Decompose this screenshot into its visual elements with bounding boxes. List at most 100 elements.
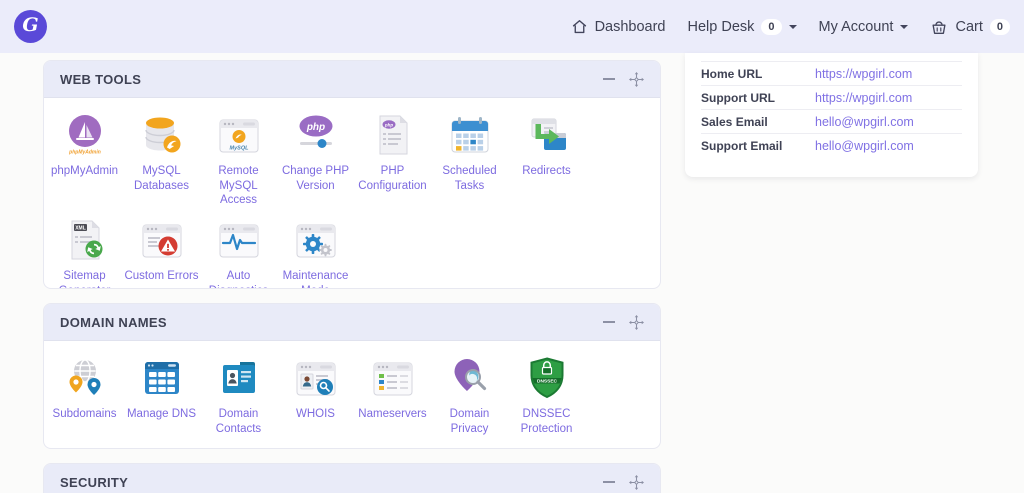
panel-web-tools: WEB TOOLS phpMyAdmin phpMyAdmin MySQL Data… bbox=[43, 60, 661, 289]
nav-my-account-label: My Account bbox=[818, 18, 894, 35]
nav-dashboard-label: Dashboard bbox=[594, 18, 666, 35]
tool-label: Custom Errors bbox=[124, 270, 199, 283]
tool-label: DNSSEC Protection bbox=[520, 408, 573, 435]
tool-item-auto-diagnostics[interactable]: Auto Diagnostics bbox=[200, 216, 277, 288]
tool-label: Auto Diagnostics bbox=[209, 270, 268, 288]
panel-title: DOMAIN NAMES bbox=[60, 314, 167, 330]
info-row-support-url: Support URL https://wpgirl.com bbox=[701, 85, 962, 109]
nav-my-account[interactable]: My Account bbox=[819, 19, 909, 35]
panel-title: WEB TOOLS bbox=[60, 71, 142, 87]
panel-title: SECURITY bbox=[60, 474, 129, 490]
tool-item-php-configuration[interactable]: php PHP Configuration bbox=[354, 111, 431, 208]
top-header: G Dashboard Help Desk 0 My Account Cart … bbox=[0, 0, 1024, 53]
change-php-version-icon: php bbox=[292, 111, 340, 159]
redirects-icon bbox=[523, 111, 571, 159]
panel-domain-names-header: DOMAIN NAMES bbox=[44, 304, 660, 341]
sitemap-generator-icon: XML bbox=[61, 216, 109, 264]
move-handle-icon[interactable] bbox=[629, 71, 644, 87]
chevron-down-icon bbox=[900, 25, 909, 29]
nav-cart-label: Cart bbox=[955, 18, 983, 35]
whois-icon bbox=[292, 354, 340, 402]
home-url-link[interactable]: https://wpgirl.com bbox=[815, 67, 912, 81]
tool-item-domain-privacy[interactable]: Domain Privacy bbox=[431, 354, 508, 436]
tool-label: PHP Configuration bbox=[358, 165, 427, 192]
tool-label: Manage DNS bbox=[126, 408, 197, 420]
domain-names-grid: Subdomains Manage DNS Domain Contacts WHOIS… bbox=[44, 341, 660, 448]
panel-web-tools-header: WEB TOOLS bbox=[44, 61, 660, 98]
support-url-link[interactable]: https://wpgirl.com bbox=[815, 91, 912, 105]
tool-label: phpMyAdmin bbox=[50, 165, 119, 177]
scheduled-tasks-icon bbox=[446, 111, 494, 159]
nav-cart[interactable]: Cart 0 bbox=[930, 18, 1010, 36]
remote-mysql-access-icon: MySQL bbox=[215, 111, 263, 159]
svg-text:php: php bbox=[305, 122, 324, 133]
tool-item-whois[interactable]: WHOIS bbox=[277, 354, 354, 436]
panel-security-header: SECURITY bbox=[44, 464, 660, 493]
panel-domain-names: DOMAIN NAMES Subdomains Manage DNS Domain … bbox=[43, 303, 661, 449]
tool-item-dnssec-protection[interactable]: DNSSEC DNSSEC Protection bbox=[508, 354, 585, 436]
svg-text:DNSSEC: DNSSEC bbox=[537, 378, 558, 384]
mysql-databases-icon bbox=[138, 111, 186, 159]
tool-label: Change PHP Version bbox=[281, 165, 350, 192]
top-nav: Dashboard Help Desk 0 My Account Cart 0 bbox=[571, 18, 1024, 36]
app-logo[interactable]: G bbox=[14, 10, 47, 43]
tool-label: Subdomains bbox=[52, 408, 117, 420]
support-email-link[interactable]: hello@wpgirl.com bbox=[815, 139, 914, 153]
domain-privacy-icon bbox=[446, 354, 494, 402]
tool-label: Nameservers bbox=[358, 408, 427, 420]
nav-dashboard[interactable]: Dashboard bbox=[571, 18, 666, 35]
tool-item-redirects[interactable]: Redirects bbox=[508, 111, 585, 208]
logo-letter: G bbox=[22, 14, 39, 36]
tool-item-sitemap-generator[interactable]: XML Sitemap Generator bbox=[46, 216, 123, 288]
transfer-away-icon bbox=[61, 444, 109, 448]
svg-text:XML: XML bbox=[75, 226, 86, 232]
tool-item-subdomains[interactable]: Subdomains bbox=[46, 354, 123, 436]
collapse-icon[interactable] bbox=[603, 481, 615, 483]
tool-label: Remote MySQL Access bbox=[218, 165, 259, 207]
tool-item-mysql-databases[interactable]: MySQL Databases bbox=[123, 111, 200, 208]
domain-contacts-icon bbox=[215, 354, 263, 402]
tool-label: WHOIS bbox=[296, 408, 335, 420]
chevron-down-icon bbox=[788, 25, 797, 29]
tool-label: MySQL Databases bbox=[134, 165, 189, 192]
custom-errors-icon bbox=[138, 216, 186, 264]
sales-email-link[interactable]: hello@wpgirl.com bbox=[815, 115, 914, 129]
tool-label: Sitemap Generator bbox=[59, 270, 111, 288]
tool-label: Scheduled Tasks bbox=[442, 165, 497, 192]
nav-help-desk[interactable]: Help Desk 0 bbox=[688, 18, 797, 35]
home-icon bbox=[572, 20, 586, 34]
phpmyadmin-icon: phpMyAdmin bbox=[61, 111, 109, 159]
tool-label: Domain Contacts bbox=[215, 408, 262, 435]
tool-item-transfer-away[interactable]: Transfer Away bbox=[46, 444, 123, 448]
collapse-icon[interactable] bbox=[603, 78, 615, 80]
tool-label: Redirects bbox=[522, 165, 571, 177]
tool-label: Maintenance Mode bbox=[282, 270, 349, 288]
php-configuration-icon: php bbox=[369, 111, 417, 159]
panels-column: WEB TOOLS phpMyAdmin phpMyAdmin MySQL Data… bbox=[43, 60, 661, 493]
svg-text:phpMyAdmin: phpMyAdmin bbox=[68, 150, 101, 156]
manage-dns-icon bbox=[138, 354, 186, 402]
tool-item-domain-contacts[interactable]: Domain Contacts bbox=[200, 354, 277, 436]
collapse-icon[interactable] bbox=[603, 321, 615, 323]
info-label: Sales Email bbox=[701, 115, 768, 129]
move-handle-icon[interactable] bbox=[629, 474, 644, 490]
nameservers-icon bbox=[369, 354, 417, 402]
tool-item-custom-errors[interactable]: Custom Errors bbox=[123, 216, 200, 288]
move-handle-icon[interactable] bbox=[629, 314, 644, 330]
cart-icon bbox=[932, 20, 946, 34]
tool-item-manage-dns[interactable]: Manage DNS bbox=[123, 354, 200, 436]
cart-count-badge: 0 bbox=[989, 18, 1010, 35]
svg-text:MySQL: MySQL bbox=[229, 146, 249, 152]
tool-item-change-php-version[interactable]: php Change PHP Version bbox=[277, 111, 354, 208]
info-row-support-email: Support Email hello@wpgirl.com bbox=[701, 133, 962, 157]
tool-item-scheduled-tasks[interactable]: Scheduled Tasks bbox=[431, 111, 508, 208]
help-desk-count-badge: 0 bbox=[761, 18, 782, 35]
info-label: Home URL bbox=[701, 67, 763, 81]
tool-item-nameservers[interactable]: Nameservers bbox=[354, 354, 431, 436]
info-label: Support URL bbox=[701, 91, 775, 105]
tool-item-remote-mysql-access[interactable]: MySQL Remote MySQL Access bbox=[200, 111, 277, 208]
panel-security: SECURITY bbox=[43, 463, 661, 493]
tool-item-maintenance-mode[interactable]: Maintenance Mode bbox=[277, 216, 354, 288]
svg-text:php: php bbox=[383, 122, 392, 127]
tool-item-phpmyadmin[interactable]: phpMyAdmin phpMyAdmin bbox=[46, 111, 123, 208]
